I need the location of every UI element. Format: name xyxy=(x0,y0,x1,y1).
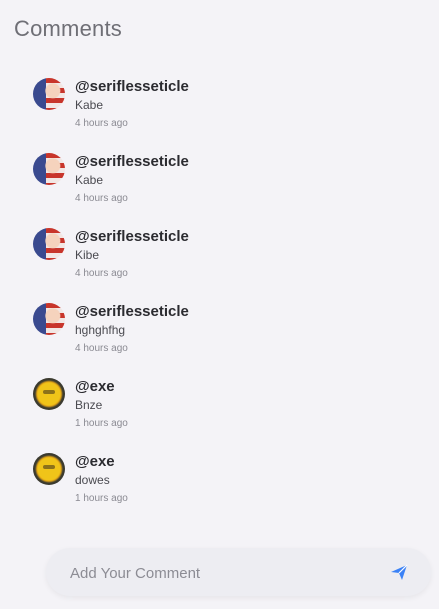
comment-timestamp: 4 hours ago xyxy=(75,193,128,204)
comment-timestamp: 1 hours ago xyxy=(75,493,128,504)
comment-item: @seriflesseticle Kabe 4 hours ago xyxy=(0,147,439,222)
comment-username[interactable]: @seriflesseticle xyxy=(75,153,189,170)
comment-username[interactable]: @seriflesseticle xyxy=(75,228,189,245)
comment-text: Kabe xyxy=(75,98,104,112)
comment-timestamp: 4 hours ago xyxy=(75,268,128,279)
comment-input[interactable] xyxy=(68,548,372,598)
page-title: Comments xyxy=(14,16,122,41)
comment-username[interactable]: @exe xyxy=(75,453,115,470)
avatar[interactable] xyxy=(33,303,65,335)
comment-timestamp: 1 hours ago xyxy=(75,418,128,429)
comment-username[interactable]: @exe xyxy=(75,378,115,395)
comment-text: Kabe xyxy=(75,173,104,187)
send-button[interactable] xyxy=(389,562,409,582)
avatar[interactable] xyxy=(33,78,65,110)
comment-text: Kibe xyxy=(75,248,100,262)
send-icon xyxy=(391,564,408,580)
comment-timestamp: 4 hours ago xyxy=(75,118,128,129)
avatar[interactable] xyxy=(33,378,65,410)
comment-username[interactable]: @seriflesseticle xyxy=(75,78,189,95)
comment-item: @exe Bnze 1 hours ago xyxy=(0,372,439,447)
comment-timestamp: 4 hours ago xyxy=(75,343,128,354)
comment-composer xyxy=(46,548,431,598)
comment-item: @seriflesseticle Kabe 4 hours ago xyxy=(0,72,439,147)
comment-username[interactable]: @seriflesseticle xyxy=(75,303,189,320)
avatar[interactable] xyxy=(33,453,65,485)
comment-list: @seriflesseticle Kabe 4 hours ago @serif… xyxy=(0,72,439,522)
comment-item: @exe dowes 1 hours ago xyxy=(0,447,439,522)
avatar[interactable] xyxy=(33,228,65,260)
comment-item: @seriflesseticle hghghfhg 4 hours ago xyxy=(0,297,439,372)
avatar[interactable] xyxy=(33,153,65,185)
comment-item: @seriflesseticle Kibe 4 hours ago xyxy=(0,222,439,297)
comment-text: Bnze xyxy=(75,398,103,412)
comments-screen: Comments @seriflesseticle Kabe 4 hours a… xyxy=(0,0,439,609)
comment-text: hghghfhg xyxy=(75,323,126,337)
comment-text: dowes xyxy=(75,473,110,487)
